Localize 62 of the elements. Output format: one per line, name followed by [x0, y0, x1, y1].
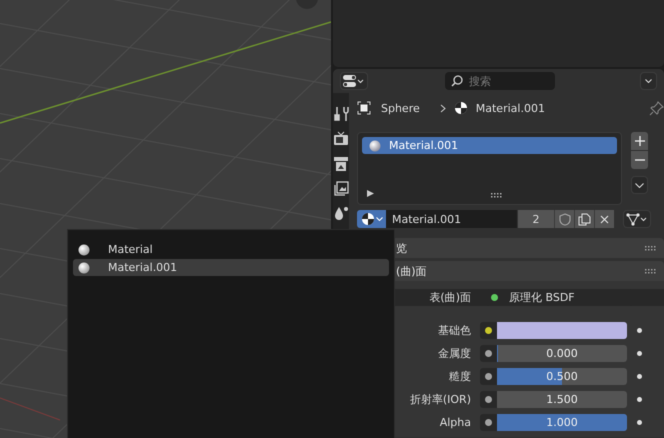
- fake-user-button[interactable]: [554, 210, 574, 228]
- plus-icon: [634, 136, 644, 146]
- value-slider[interactable]: 0.000: [497, 345, 627, 362]
- material-sphere-icon: [78, 244, 90, 256]
- printer-tab-icon[interactable]: [333, 156, 349, 172]
- property-label: 糙度: [448, 369, 471, 384]
- minus-icon: [634, 159, 644, 161]
- caret-icon: [376, 217, 382, 221]
- editor-type-button[interactable]: [340, 72, 368, 90]
- material-sphere-icon: [78, 262, 90, 274]
- number-field[interactable]: 1.500: [497, 391, 627, 408]
- material-icon: [360, 212, 374, 226]
- value-slider[interactable]: 1.000: [497, 414, 627, 431]
- editor-type-icon: [343, 75, 365, 87]
- drag-handle-icon[interactable]: [645, 268, 656, 274]
- expand-arrow-icon[interactable]: [367, 190, 374, 197]
- resize-grip-icon[interactable]: [491, 193, 502, 198]
- images-tab-icon[interactable]: [333, 181, 349, 197]
- options-dropdown-button[interactable]: [640, 72, 657, 90]
- browse-material-button[interactable]: [357, 210, 386, 228]
- user-count-button[interactable]: 2: [517, 210, 554, 228]
- duplicate-button[interactable]: [574, 210, 594, 228]
- search-icon: [451, 75, 463, 87]
- unlink-button[interactable]: [594, 210, 614, 228]
- keyframe-dot-icon[interactable]: [637, 420, 642, 425]
- copy-icon: [578, 212, 591, 226]
- property-label: 金属度: [437, 346, 471, 361]
- material-name-field[interactable]: Material.001: [386, 210, 517, 228]
- render-tab-icon[interactable]: [333, 131, 349, 147]
- property-label: 基础色: [437, 323, 471, 338]
- close-icon: [600, 214, 609, 224]
- keyframe-dot-icon[interactable]: [637, 397, 642, 402]
- search-input[interactable]: 搜索: [469, 74, 549, 88]
- material-icon: [454, 101, 468, 115]
- caret-icon: [645, 79, 652, 83]
- pin-icon[interactable]: [649, 100, 664, 116]
- material-menu-item[interactable]: Material.001: [73, 259, 389, 276]
- object-icon: [357, 101, 371, 115]
- property-label: Alpha: [438, 416, 471, 429]
- breadcrumb-object: Sphere: [381, 102, 420, 114]
- add-slot-button[interactable]: [631, 132, 648, 150]
- material-sphere-icon: [369, 140, 381, 152]
- search-bar[interactable]: 搜索: [445, 72, 555, 90]
- tool-tab-icon[interactable]: [333, 106, 349, 122]
- color-swatch[interactable]: [497, 322, 627, 339]
- value-slider[interactable]: 0.500: [497, 368, 627, 385]
- breadcrumb-material: Material.001: [476, 102, 545, 114]
- chevron-down-icon: [635, 182, 644, 188]
- slot-menu-button[interactable]: [631, 176, 648, 194]
- keyframe-dot-icon[interactable]: [637, 328, 642, 333]
- drag-handle-icon[interactable]: [645, 246, 656, 250]
- droplet-tab-icon[interactable]: [333, 206, 349, 221]
- material-slot-item[interactable]: Material.001: [362, 137, 617, 154]
- chevron-right-icon: [440, 104, 446, 112]
- remove-slot-button[interactable]: [631, 151, 648, 169]
- keyframe-dot-icon[interactable]: [637, 351, 642, 356]
- keyframe-dot-icon[interactable]: [637, 374, 642, 379]
- node-tree-icon: [626, 212, 648, 226]
- property-label: 表(曲)面: [428, 290, 471, 305]
- node-tree-button[interactable]: [623, 210, 651, 228]
- property-label: 折射率(IOR): [408, 392, 471, 407]
- shield-icon: [558, 212, 570, 226]
